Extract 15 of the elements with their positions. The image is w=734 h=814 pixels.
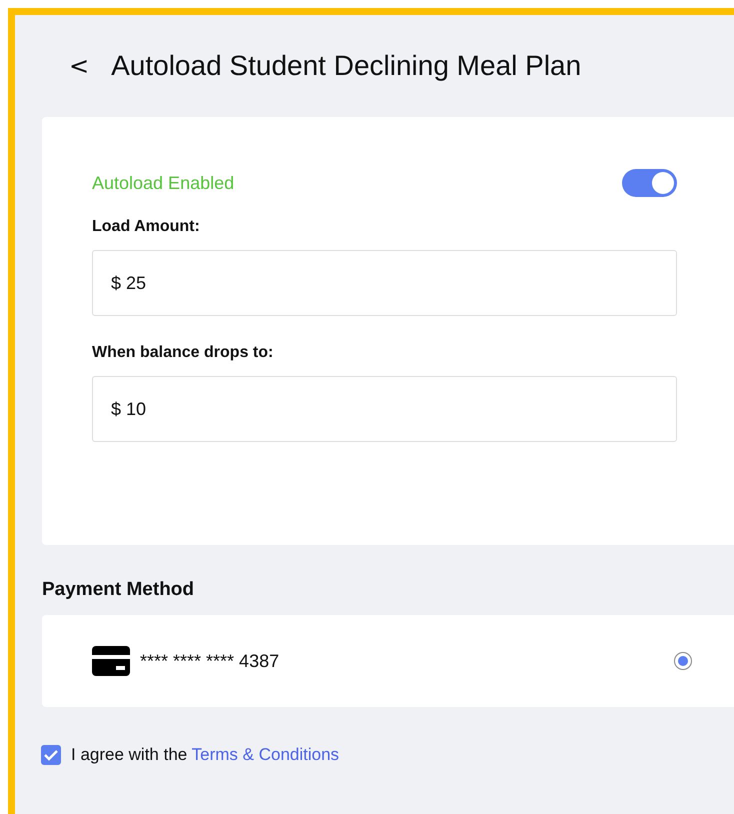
section-heading: Payment Method [42,579,196,601]
radio-button[interactable] [674,652,692,670]
amount-field[interactable]: $ 10 [92,376,677,442]
terms-link[interactable]: Terms & Conditions [192,745,340,764]
back-button[interactable]: < [61,52,98,80]
card-number: **** **** **** 4387 [140,650,280,672]
agree-checkbox[interactable] [41,745,61,765]
field-label: When balance drops to: [92,344,274,362]
credit-card-icon [92,646,130,676]
field-label: Load Amount: [92,218,201,236]
amount-field[interactable]: $ 25 [92,250,677,316]
autoload-status: Autoload Enabled [92,172,234,194]
agree-text: I agree with the Terms & Conditions [71,745,340,765]
autoload-toggle[interactable] [622,169,677,197]
page-title: Autoload Student Declining Meal Plan [111,50,582,82]
